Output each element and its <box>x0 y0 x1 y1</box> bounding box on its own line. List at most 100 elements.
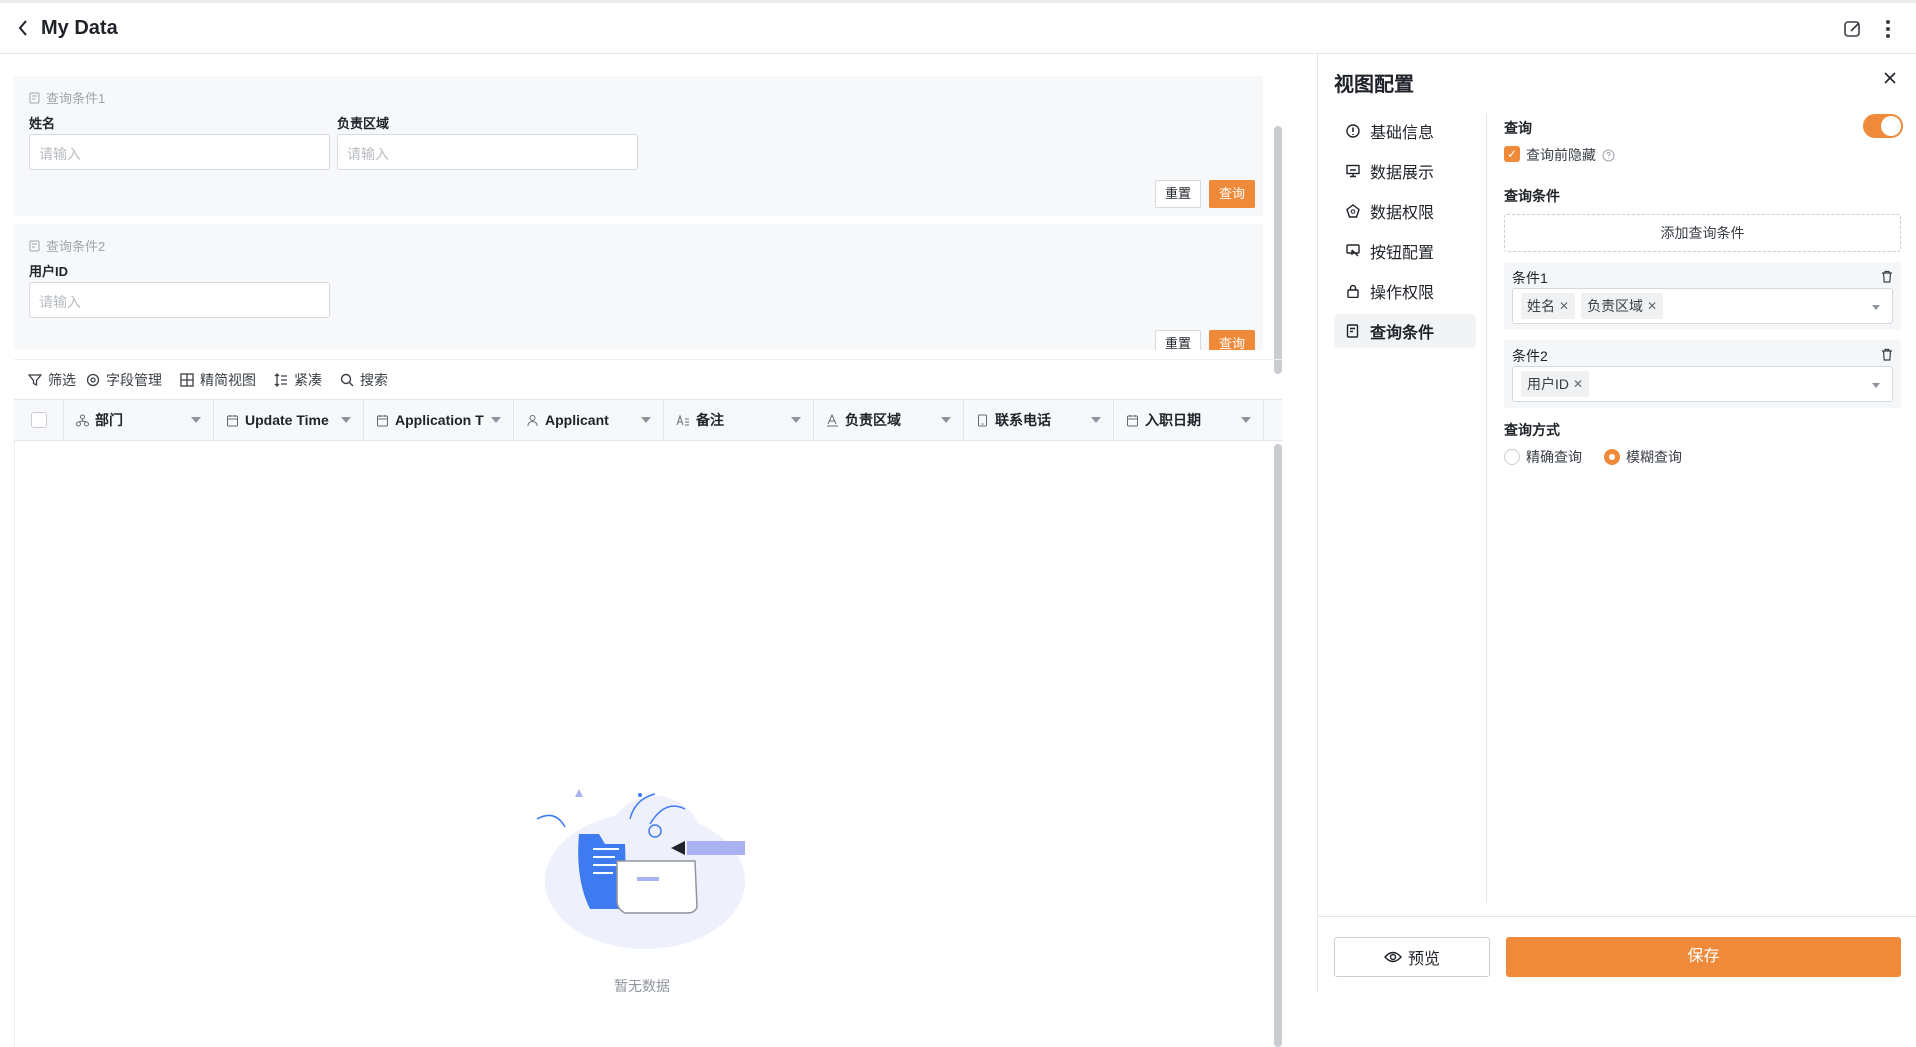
filter-button[interactable]: 筛选 <box>28 370 76 390</box>
settings-icon <box>86 373 100 386</box>
remove-tag-icon[interactable]: ✕ <box>1573 377 1583 391</box>
field-tag: 负责区域 ✕ <box>1581 293 1664 319</box>
row-height-icon <box>274 372 287 387</box>
query-area: 查询条件1 姓名 请输入 负责区域 请输入 重置 查询 查询条件2 用户ID 请… <box>14 76 1265 350</box>
phone-icon <box>976 414 989 427</box>
exact-query-radio[interactable]: 精确查询 <box>1504 447 1582 467</box>
name-label: 姓名 <box>29 116 56 131</box>
display-icon <box>1346 164 1360 178</box>
menu-item-operation-permission[interactable]: 操作权限 <box>1334 274 1476 308</box>
query-icon <box>1346 324 1359 338</box>
user-id-label: 用户ID <box>29 264 69 279</box>
remove-tag-icon[interactable]: ✕ <box>1647 299 1657 313</box>
fuzzy-query-radio[interactable]: 模糊查询 <box>1604 447 1682 467</box>
page-title: My Data <box>41 17 118 39</box>
remove-tag-icon[interactable]: ✕ <box>1559 299 1569 313</box>
hide-before-query-checkbox[interactable]: ✓ <box>1504 146 1520 162</box>
reset-button[interactable]: 重置 <box>1155 180 1201 208</box>
preview-button[interactable]: 预览 <box>1334 937 1490 977</box>
query-card-1: 查询条件1 姓名 请输入 负责区域 请输入 重置 查询 <box>14 76 1263 216</box>
query-toggle-label: 查询 <box>1504 120 1532 136</box>
menu-item-data-display[interactable]: 数据展示 <box>1334 154 1476 188</box>
search-icon <box>340 373 354 386</box>
column-header[interactable]: 联系电话 <box>964 400 1114 440</box>
query-card-title: 查询条件2 <box>29 236 105 255</box>
edit-icon[interactable] <box>1843 19 1863 44</box>
search-button[interactable]: 搜索 <box>340 370 388 390</box>
query-form-icon <box>29 240 40 251</box>
close-icon[interactable] <box>1883 71 1897 90</box>
trash-icon[interactable] <box>1881 270 1893 288</box>
main-content: 查询条件1 姓名 请输入 负责区域 请输入 重置 查询 查询条件2 用户ID 请… <box>0 54 1317 1047</box>
query-button[interactable]: 查询 <box>1209 330 1255 350</box>
table-toolbar: 筛选 字段管理 精简视图 紧凑 搜索 <box>14 359 1282 399</box>
user-icon <box>526 414 539 427</box>
more-vertical-icon[interactable] <box>1885 19 1891 44</box>
config-menu: 基础信息 数据展示 数据权限 按钮配置 操作权限 查询条件 <box>1334 114 1476 354</box>
query-toggle[interactable] <box>1863 114 1903 138</box>
lock-icon <box>1347 284 1359 298</box>
calendar-icon <box>1126 414 1139 427</box>
table-header: 部门 Update Time Application T Applicant 备… <box>14 399 1282 441</box>
condition-1: 条件1 姓名 ✕ 负责区域 ✕ <box>1504 262 1901 330</box>
compact-button[interactable]: 紧凑 <box>274 370 322 390</box>
field-tag: 姓名 ✕ <box>1521 293 1576 319</box>
condition-field-select[interactable]: 用户ID ✕ <box>1512 366 1893 402</box>
panel-footer: 预览 保存 <box>1318 916 1916 993</box>
condition-2: 条件2 用户ID ✕ <box>1504 340 1901 408</box>
column-header[interactable]: Update Time <box>214 400 364 440</box>
menu-item-query-conditions[interactable]: 查询条件 <box>1334 314 1476 348</box>
menu-item-basic-info[interactable]: 基础信息 <box>1334 114 1476 148</box>
calendar-icon <box>376 414 389 427</box>
menu-item-button-config[interactable]: 按钮配置 <box>1334 234 1476 268</box>
back-arrow-icon[interactable] <box>12 17 34 39</box>
query-card-title: 查询条件1 <box>29 88 105 107</box>
empty-state-text: 暂无数据 <box>614 978 670 994</box>
select-all-checkbox[interactable] <box>30 412 47 428</box>
column-header[interactable]: Applicant <box>514 400 664 440</box>
field-tag: 用户ID ✕ <box>1521 371 1590 397</box>
add-condition-button[interactable]: 添加查询条件 <box>1504 214 1901 252</box>
table-body <box>14 441 1282 1047</box>
permission-icon <box>1346 204 1360 218</box>
save-button[interactable]: 保存 <box>1506 937 1901 977</box>
reset-button[interactable]: 重置 <box>1155 330 1201 350</box>
panel-title: 视图配置 <box>1334 74 1414 96</box>
column-header[interactable]: 部门 <box>64 400 214 440</box>
field-manage-button[interactable]: 字段管理 <box>86 370 162 390</box>
help-icon <box>1602 149 1615 161</box>
table-scrollbar[interactable] <box>1274 444 1282 1047</box>
select-all-cell <box>14 400 64 440</box>
panel-divider <box>1486 114 1487 902</box>
query-form-icon <box>29 92 40 103</box>
region-label: 负责区域 <box>337 116 390 131</box>
column-header[interactable]: 负责区域 <box>814 400 964 440</box>
chevron-down-icon <box>1872 383 1880 388</box>
query-card-2: 查询条件2 用户ID 请输入 重置 查询 <box>14 224 1263 350</box>
info-icon <box>1346 124 1360 138</box>
chevron-down-icon <box>1872 305 1880 310</box>
text-icon <box>676 413 690 427</box>
query-button[interactable]: 查询 <box>1209 180 1255 208</box>
query-scrollbar[interactable] <box>1274 126 1282 374</box>
text-a-icon <box>826 413 839 427</box>
condition-name: 条件1 <box>1512 270 1548 286</box>
column-header[interactable]: Application T <box>364 400 514 440</box>
grid-icon <box>180 372 194 387</box>
empty-state-illustration <box>535 789 745 954</box>
column-header[interactable]: 入职日期 <box>1114 400 1264 440</box>
top-bar: My Data <box>0 0 1916 54</box>
column-header[interactable]: 备注 <box>664 400 814 440</box>
conditions-label: 查询条件 <box>1504 188 1560 204</box>
condition-field-select[interactable]: 姓名 ✕ 负责区域 ✕ <box>1512 288 1893 324</box>
menu-item-data-permission[interactable]: 数据权限 <box>1334 194 1476 228</box>
region-input[interactable]: 请输入 <box>337 134 638 170</box>
trash-icon[interactable] <box>1881 348 1893 366</box>
view-config-panel: 视图配置 基础信息 数据展示 数据权限 按钮配置 操作权限 查询条件 查询 ✓ … <box>1317 54 1916 993</box>
name-input[interactable]: 请输入 <box>29 134 330 170</box>
user-id-input[interactable]: 请输入 <box>29 282 330 318</box>
query-mode-label: 查询方式 <box>1504 422 1560 438</box>
org-icon <box>76 414 89 427</box>
eye-icon <box>1384 951 1402 963</box>
simple-view-button[interactable]: 精简视图 <box>180 370 256 390</box>
